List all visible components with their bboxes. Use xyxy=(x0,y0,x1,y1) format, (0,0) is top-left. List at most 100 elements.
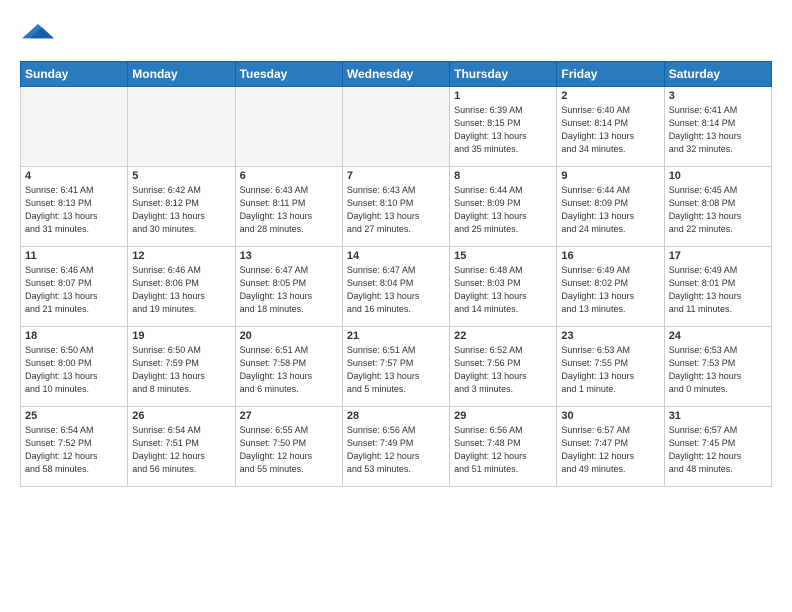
day-info: Sunrise: 6:56 AM Sunset: 7:49 PM Dayligh… xyxy=(347,424,445,476)
day-number: 22 xyxy=(454,330,552,342)
day-info: Sunrise: 6:47 AM Sunset: 8:04 PM Dayligh… xyxy=(347,264,445,316)
day-info: Sunrise: 6:57 AM Sunset: 7:45 PM Dayligh… xyxy=(669,424,767,476)
day-number: 31 xyxy=(669,410,767,422)
day-number: 14 xyxy=(347,250,445,262)
day-info: Sunrise: 6:42 AM Sunset: 8:12 PM Dayligh… xyxy=(132,184,230,236)
calendar-table: SundayMondayTuesdayWednesdayThursdayFrid… xyxy=(20,61,772,487)
day-number: 30 xyxy=(561,410,659,422)
day-number: 8 xyxy=(454,170,552,182)
day-cell: 31 Sunrise: 6:57 AM Sunset: 7:45 PM Dayli… xyxy=(664,407,771,487)
weekday-thursday: Thursday xyxy=(450,62,557,87)
day-cell: 17Sunrise: 6:49 AM Sunset: 8:01 PM Dayli… xyxy=(664,247,771,327)
day-cell: 13 Sunrise: 6:47 AM Sunset: 8:05 PM Dayli… xyxy=(235,247,342,327)
day-number: 27 xyxy=(240,410,338,422)
logo-icon xyxy=(22,16,54,48)
day-number: 24 xyxy=(669,330,767,342)
day-info: Sunrise: 6:47 AM Sunset: 8:05 PM Dayligh… xyxy=(240,264,338,316)
day-cell: 8 Sunrise: 6:44 AM Sunset: 8:09 PM Daylig… xyxy=(450,167,557,247)
weekday-wednesday: Wednesday xyxy=(342,62,449,87)
day-cell: 22 Sunrise: 6:52 AM Sunset: 7:56 PM Dayli… xyxy=(450,327,557,407)
day-number: 15 xyxy=(454,250,552,262)
day-number: 28 xyxy=(347,410,445,422)
day-number: 25 xyxy=(25,410,123,422)
day-number: 18 xyxy=(25,330,123,342)
week-row-3: 18Sunrise: 6:50 AM Sunset: 8:00 PM Dayli… xyxy=(21,327,772,407)
day-info: Sunrise: 6:57 AM Sunset: 7:47 PM Dayligh… xyxy=(561,424,659,476)
weekday-monday: Monday xyxy=(128,62,235,87)
day-number: 9 xyxy=(561,170,659,182)
day-info: Sunrise: 6:53 AM Sunset: 7:55 PM Dayligh… xyxy=(561,344,659,396)
day-number: 1 xyxy=(454,90,552,102)
weekday-friday: Friday xyxy=(557,62,664,87)
logo xyxy=(20,16,54,53)
day-cell: 21Sunrise: 6:51 AM Sunset: 7:57 PM Dayli… xyxy=(342,327,449,407)
day-number: 10 xyxy=(669,170,767,182)
weekday-header-row: SundayMondayTuesdayWednesdayThursdayFrid… xyxy=(21,62,772,87)
day-info: Sunrise: 6:52 AM Sunset: 7:56 PM Dayligh… xyxy=(454,344,552,396)
day-cell: 6 Sunrise: 6:43 AM Sunset: 8:11 PM Daylig… xyxy=(235,167,342,247)
day-cell: 16Sunrise: 6:49 AM Sunset: 8:02 PM Dayli… xyxy=(557,247,664,327)
week-row-2: 11 Sunrise: 6:46 AM Sunset: 8:07 PM Dayli… xyxy=(21,247,772,327)
day-cell: 19 Sunrise: 6:50 AM Sunset: 7:59 PM Dayli… xyxy=(128,327,235,407)
day-info: Sunrise: 6:40 AM Sunset: 8:14 PM Dayligh… xyxy=(561,104,659,156)
day-info: Sunrise: 6:54 AM Sunset: 7:52 PM Dayligh… xyxy=(25,424,123,476)
day-info: Sunrise: 6:53 AM Sunset: 7:53 PM Dayligh… xyxy=(669,344,767,396)
weekday-tuesday: Tuesday xyxy=(235,62,342,87)
day-cell: 15 Sunrise: 6:48 AM Sunset: 8:03 PM Dayli… xyxy=(450,247,557,327)
day-info: Sunrise: 6:44 AM Sunset: 8:09 PM Dayligh… xyxy=(561,184,659,236)
week-row-4: 25 Sunrise: 6:54 AM Sunset: 7:52 PM Dayli… xyxy=(21,407,772,487)
day-cell xyxy=(128,87,235,167)
day-cell: 29 Sunrise: 6:56 AM Sunset: 7:48 PM Dayli… xyxy=(450,407,557,487)
day-number: 23 xyxy=(561,330,659,342)
day-number: 11 xyxy=(25,250,123,262)
day-cell: 11 Sunrise: 6:46 AM Sunset: 8:07 PM Dayli… xyxy=(21,247,128,327)
day-info: Sunrise: 6:41 AM Sunset: 8:14 PM Dayligh… xyxy=(669,104,767,156)
day-cell xyxy=(342,87,449,167)
day-cell: 2Sunrise: 6:40 AM Sunset: 8:14 PM Daylig… xyxy=(557,87,664,167)
day-number: 19 xyxy=(132,330,230,342)
day-cell: 4 Sunrise: 6:41 AM Sunset: 8:13 PM Daylig… xyxy=(21,167,128,247)
day-number: 7 xyxy=(347,170,445,182)
day-cell: 28 Sunrise: 6:56 AM Sunset: 7:49 PM Dayli… xyxy=(342,407,449,487)
day-cell: 25 Sunrise: 6:54 AM Sunset: 7:52 PM Dayli… xyxy=(21,407,128,487)
day-info: Sunrise: 6:48 AM Sunset: 8:03 PM Dayligh… xyxy=(454,264,552,316)
day-info: Sunrise: 6:56 AM Sunset: 7:48 PM Dayligh… xyxy=(454,424,552,476)
day-number: 6 xyxy=(240,170,338,182)
day-info: Sunrise: 6:39 AM Sunset: 8:15 PM Dayligh… xyxy=(454,104,552,156)
day-info: Sunrise: 6:54 AM Sunset: 7:51 PM Dayligh… xyxy=(132,424,230,476)
day-info: Sunrise: 6:51 AM Sunset: 7:58 PM Dayligh… xyxy=(240,344,338,396)
day-info: Sunrise: 6:46 AM Sunset: 8:07 PM Dayligh… xyxy=(25,264,123,316)
day-info: Sunrise: 6:43 AM Sunset: 8:11 PM Dayligh… xyxy=(240,184,338,236)
day-cell: 7 Sunrise: 6:43 AM Sunset: 8:10 PM Daylig… xyxy=(342,167,449,247)
day-info: Sunrise: 6:46 AM Sunset: 8:06 PM Dayligh… xyxy=(132,264,230,316)
day-number: 16 xyxy=(561,250,659,262)
day-number: 12 xyxy=(132,250,230,262)
day-cell xyxy=(21,87,128,167)
day-cell: 12 Sunrise: 6:46 AM Sunset: 8:06 PM Dayli… xyxy=(128,247,235,327)
day-info: Sunrise: 6:51 AM Sunset: 7:57 PM Dayligh… xyxy=(347,344,445,396)
day-number: 4 xyxy=(25,170,123,182)
header xyxy=(20,16,772,53)
day-number: 20 xyxy=(240,330,338,342)
day-cell: 14 Sunrise: 6:47 AM Sunset: 8:04 PM Dayli… xyxy=(342,247,449,327)
day-number: 29 xyxy=(454,410,552,422)
day-number: 26 xyxy=(132,410,230,422)
day-info: Sunrise: 6:41 AM Sunset: 8:13 PM Dayligh… xyxy=(25,184,123,236)
day-cell: 30 Sunrise: 6:57 AM Sunset: 7:47 PM Dayli… xyxy=(557,407,664,487)
day-info: Sunrise: 6:45 AM Sunset: 8:08 PM Dayligh… xyxy=(669,184,767,236)
day-cell: 24 Sunrise: 6:53 AM Sunset: 7:53 PM Dayli… xyxy=(664,327,771,407)
day-info: Sunrise: 6:55 AM Sunset: 7:50 PM Dayligh… xyxy=(240,424,338,476)
day-number: 5 xyxy=(132,170,230,182)
day-info: Sunrise: 6:43 AM Sunset: 8:10 PM Dayligh… xyxy=(347,184,445,236)
day-info: Sunrise: 6:44 AM Sunset: 8:09 PM Dayligh… xyxy=(454,184,552,236)
day-cell: 1 Sunrise: 6:39 AM Sunset: 8:15 PM Daylig… xyxy=(450,87,557,167)
weekday-sunday: Sunday xyxy=(21,62,128,87)
day-info: Sunrise: 6:50 AM Sunset: 7:59 PM Dayligh… xyxy=(132,344,230,396)
day-cell: 20 Sunrise: 6:51 AM Sunset: 7:58 PM Dayli… xyxy=(235,327,342,407)
day-cell xyxy=(235,87,342,167)
page: SundayMondayTuesdayWednesdayThursdayFrid… xyxy=(0,0,792,497)
day-cell: 3Sunrise: 6:41 AM Sunset: 8:14 PM Daylig… xyxy=(664,87,771,167)
day-cell: 27 Sunrise: 6:55 AM Sunset: 7:50 PM Dayli… xyxy=(235,407,342,487)
day-number: 13 xyxy=(240,250,338,262)
day-cell: 26 Sunrise: 6:54 AM Sunset: 7:51 PM Dayli… xyxy=(128,407,235,487)
